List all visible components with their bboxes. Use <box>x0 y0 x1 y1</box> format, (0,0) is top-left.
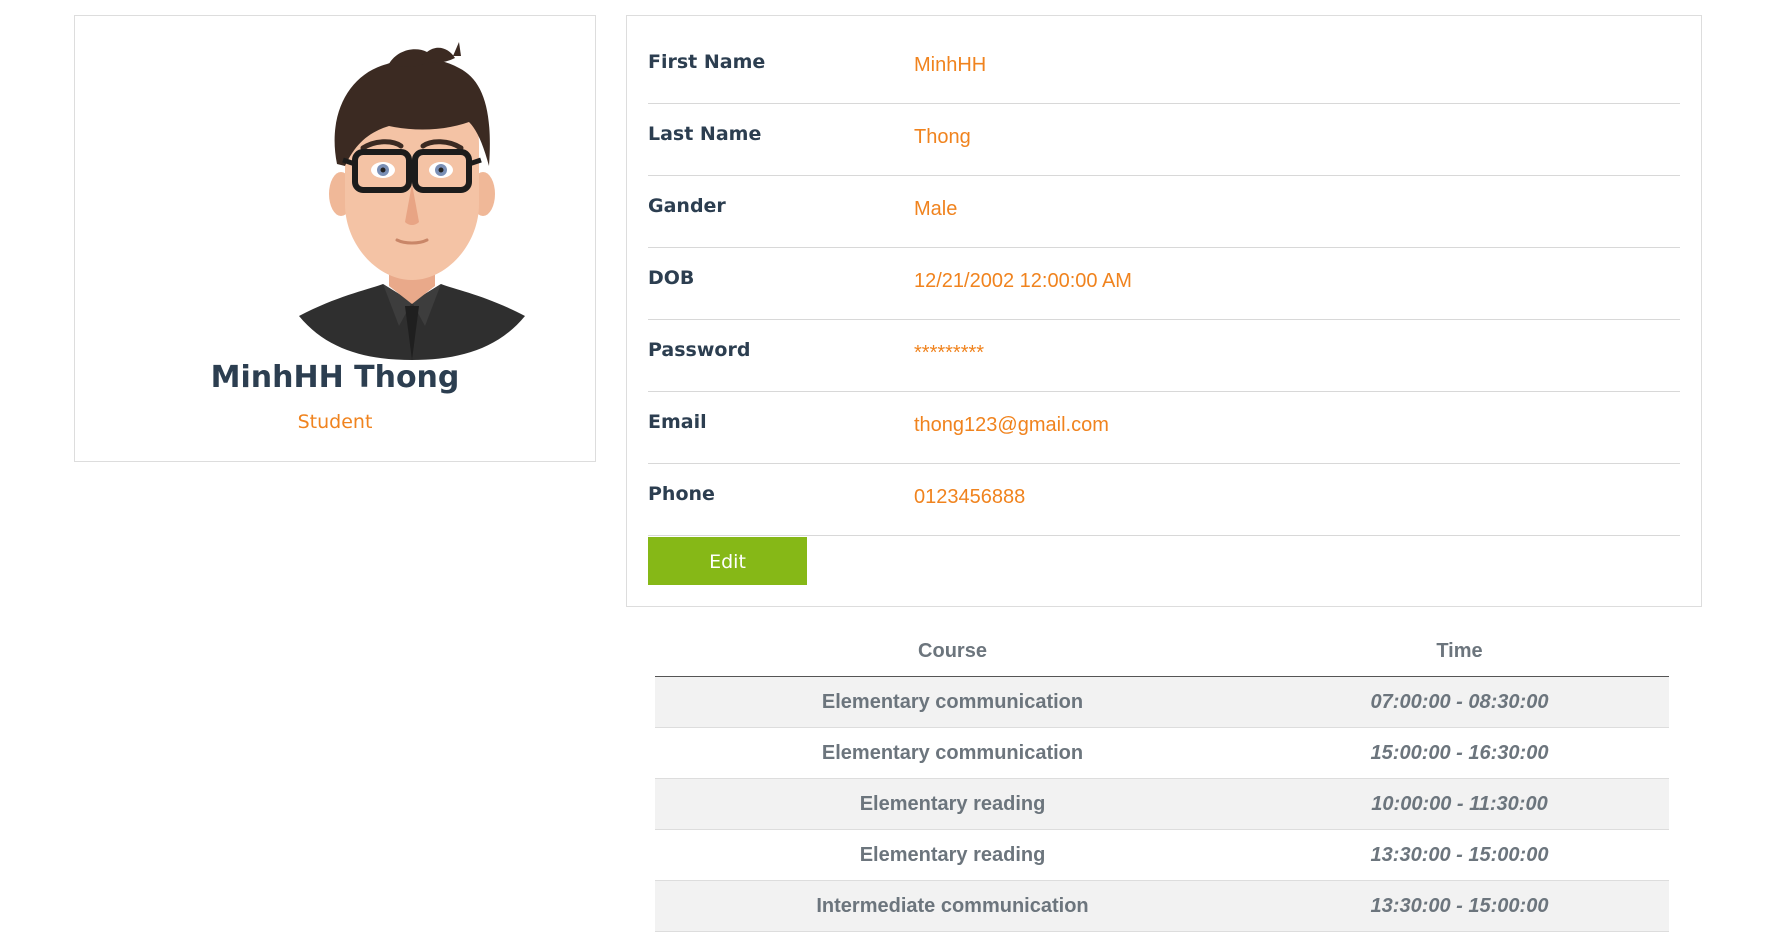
course-schedule-table: Course Time Elementary communication 07:… <box>655 626 1669 932</box>
time-cell: 07:00:00 - 08:30:00 <box>1250 676 1669 728</box>
course-cell: Intermediate communication <box>655 880 1250 932</box>
edit-button[interactable]: Edit <box>648 537 807 585</box>
table-row: Elementary reading 13:30:00 - 15:00:00 <box>655 829 1669 881</box>
detail-row-last-name: Last Name Thong <box>648 104 1680 176</box>
detail-row-first-name: First Name MinhHH <box>648 32 1680 104</box>
course-cell: Elementary communication <box>655 727 1250 779</box>
detail-value: Thong <box>914 126 971 148</box>
table-header-row: Course Time <box>655 626 1669 677</box>
table-row: Elementary reading 10:00:00 - 11:30:00 <box>655 778 1669 830</box>
profile-page: MinhHH Thong Student First Name MinhHH L… <box>0 0 1768 947</box>
profile-name: MinhHH Thong <box>210 360 460 395</box>
profile-card: MinhHH Thong Student <box>74 15 596 462</box>
detail-value: 0123456888 <box>914 486 1026 508</box>
detail-label: Last Name <box>648 123 762 145</box>
time-cell: 13:30:00 - 15:00:00 <box>1250 880 1669 932</box>
column-header-time: Time <box>1250 626 1669 677</box>
detail-row-gender: Gander Male <box>648 176 1680 248</box>
detail-label: First Name <box>648 51 766 73</box>
detail-label: Gander <box>648 195 726 217</box>
detail-value: ********* <box>914 342 985 364</box>
profile-role: Student <box>297 411 373 433</box>
time-cell: 13:30:00 - 15:00:00 <box>1250 829 1669 881</box>
course-cell: Elementary reading <box>655 829 1250 881</box>
cartoon-student-avatar-icon <box>299 42 525 360</box>
detail-label: Password <box>648 339 751 361</box>
course-cell: Elementary communication <box>655 676 1250 728</box>
time-cell: 10:00:00 - 11:30:00 <box>1250 778 1669 830</box>
course-cell: Elementary reading <box>655 778 1250 830</box>
column-header-course: Course <box>655 626 1250 677</box>
detail-value: MinhHH <box>914 54 987 76</box>
time-cell: 15:00:00 - 16:30:00 <box>1250 727 1669 779</box>
detail-label: DOB <box>648 267 695 289</box>
avatar <box>297 34 527 360</box>
detail-row-email: Email thong123@gmail.com <box>648 392 1680 464</box>
table-row: Intermediate communication 13:30:00 - 15… <box>655 880 1669 932</box>
detail-row-password: Password ********* <box>648 320 1680 392</box>
table-row: Elementary communication 15:00:00 - 16:3… <box>655 727 1669 779</box>
details-card: First Name MinhHH Last Name Thong Gander… <box>626 15 1702 607</box>
detail-row-phone: Phone 0123456888 <box>648 464 1680 536</box>
table-row: Elementary communication 07:00:00 - 08:3… <box>655 676 1669 728</box>
detail-row-dob: DOB 12/21/2002 12:00:00 AM <box>648 248 1680 320</box>
detail-value: 12/21/2002 12:00:00 AM <box>914 270 1132 292</box>
detail-value: thong123@gmail.com <box>914 414 1109 436</box>
detail-label: Email <box>648 411 707 433</box>
detail-value: Male <box>914 198 958 220</box>
detail-label: Phone <box>648 483 715 505</box>
